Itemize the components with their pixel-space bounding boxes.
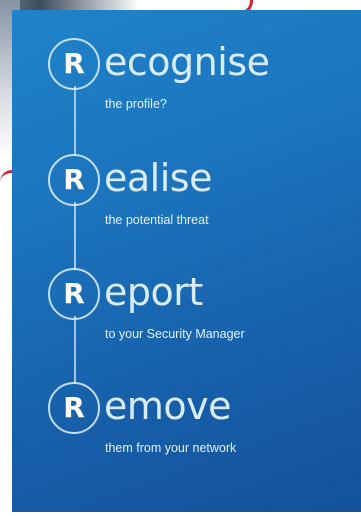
step-subtitle: the profile?: [105, 97, 167, 111]
connector-line: [74, 202, 76, 270]
connector-line: [74, 316, 76, 384]
step-letter: R: [63, 391, 85, 424]
step-subtitle: them from your network: [105, 441, 237, 455]
step-subtitle: to your Security Manager: [105, 327, 245, 341]
step-word: eport: [104, 270, 203, 314]
connector-line: [74, 86, 76, 156]
step-letter: R: [63, 163, 85, 196]
step-word: emove: [104, 384, 232, 428]
step-letter: R: [63, 47, 85, 80]
four-r-panel: R ecognise the profile? R ealise the pot…: [12, 10, 361, 512]
step-word: ealise: [104, 156, 212, 200]
step-subtitle: the potential threat: [105, 213, 209, 227]
step-word: ecognise: [104, 40, 270, 84]
step-letter: R: [63, 277, 85, 310]
